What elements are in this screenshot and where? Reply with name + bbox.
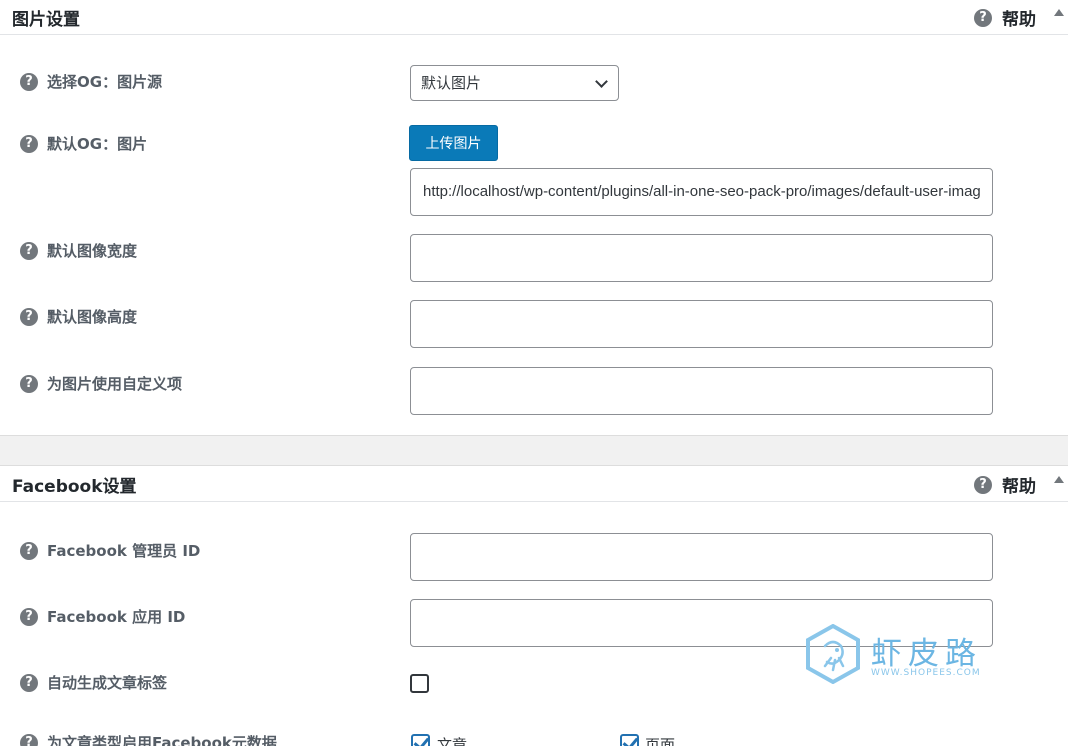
default-height-input[interactable] (410, 300, 993, 348)
post-type-page-checkbox[interactable] (620, 734, 639, 746)
facebook-admin-id-label: ? Facebook 管理员 ID (20, 540, 200, 561)
shrimp-logo-icon (806, 624, 860, 684)
help-link[interactable]: ? 帮助 (974, 5, 1036, 30)
default-og-image-label: ? 默认OG：图片 (20, 133, 147, 154)
facebook-app-id-label: ? Facebook 应用 ID (20, 606, 185, 627)
question-circle-icon[interactable]: ? (20, 607, 38, 626)
triangle-up-icon[interactable] (1054, 9, 1064, 16)
question-circle-icon[interactable]: ? (20, 673, 38, 692)
watermark-url: WWW.SHOPEES.COM (871, 668, 981, 678)
auto-tags-checkbox[interactable] (410, 674, 429, 693)
og-source-select[interactable]: 默认图片 (410, 65, 619, 101)
panel-title: 图片设置 (12, 10, 80, 30)
post-type-post-checkbox[interactable] (411, 734, 430, 746)
question-circle-icon[interactable]: ? (20, 72, 38, 91)
post-type-post-label: 文章 (437, 736, 468, 746)
image-settings-panel: 图片设置 ? 帮助 ? 选择OG：图片源 默认图片 ? 默认OG：图片 上传图片… (0, 0, 1068, 436)
watermark-name: 虾皮路 (871, 636, 982, 672)
question-circle-icon: ? (974, 8, 992, 27)
question-circle-icon[interactable]: ? (20, 733, 38, 746)
custom-field-label: ? 为图片使用自定义项 (20, 373, 182, 394)
question-circle-icon[interactable]: ? (20, 307, 38, 326)
triangle-up-icon[interactable] (1054, 476, 1064, 483)
meta-post-types-label: ? 为文章类型启用Facebook元数据 (20, 732, 277, 746)
panel-header: Facebook设置 ? 帮助 (0, 466, 1068, 502)
upload-image-button[interactable]: 上传图片 (409, 125, 498, 161)
panel-title: Facebook设置 (12, 477, 137, 497)
shopees-watermark: 虾皮路 WWW.SHOPEES.COM (805, 624, 1005, 690)
default-width-input[interactable] (410, 234, 993, 282)
facebook-settings-panel: Facebook设置 ? 帮助 ? Facebook 管理员 ID ? Face… (0, 465, 1068, 746)
question-circle-icon: ? (974, 475, 992, 494)
panel-header: 图片设置 ? 帮助 (0, 0, 1068, 35)
help-label: 帮助 (1002, 10, 1036, 30)
chevron-down-icon (595, 75, 608, 88)
og-source-label: ? 选择OG：图片源 (20, 71, 162, 92)
custom-field-input[interactable] (410, 367, 993, 415)
question-circle-icon[interactable]: ? (20, 134, 38, 153)
question-circle-icon[interactable]: ? (20, 241, 38, 260)
question-circle-icon[interactable]: ? (20, 541, 38, 560)
help-label: 帮助 (1002, 477, 1036, 497)
help-link[interactable]: ? 帮助 (974, 472, 1036, 497)
facebook-admin-id-input[interactable] (410, 533, 993, 581)
default-width-label: ? 默认图像宽度 (20, 240, 137, 261)
post-type-page-label: 页面 (645, 736, 676, 746)
auto-tags-label: ? 自动生成文章标签 (20, 672, 167, 693)
default-height-label: ? 默认图像高度 (20, 306, 137, 327)
default-og-image-url-input[interactable]: http://localhost/wp-content/plugins/all-… (410, 168, 993, 216)
question-circle-icon[interactable]: ? (20, 374, 38, 393)
